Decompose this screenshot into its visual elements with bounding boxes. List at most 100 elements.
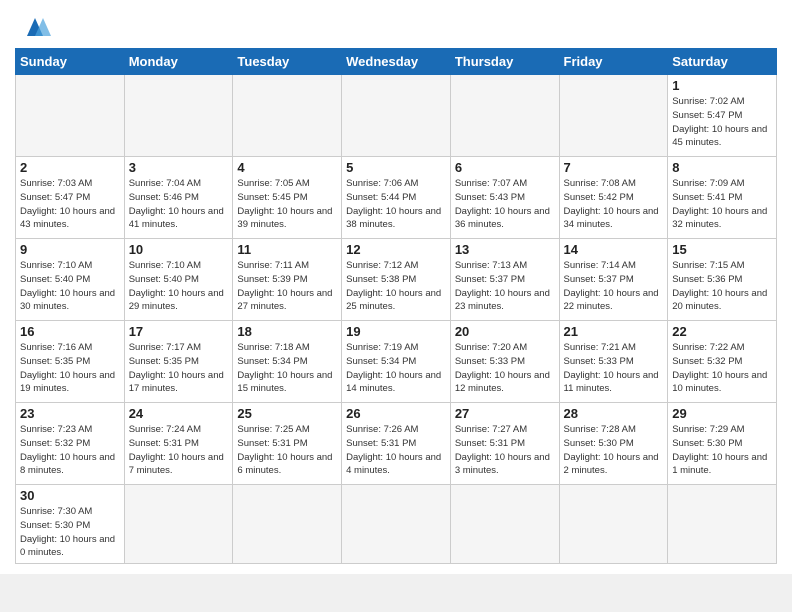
day-info: Sunrise: 7:27 AM Sunset: 5:31 PM Dayligh…	[455, 423, 555, 478]
calendar-cell: 22Sunrise: 7:22 AM Sunset: 5:32 PM Dayli…	[668, 321, 777, 403]
day-info: Sunrise: 7:14 AM Sunset: 5:37 PM Dayligh…	[564, 259, 664, 314]
calendar-cell: 14Sunrise: 7:14 AM Sunset: 5:37 PM Dayli…	[559, 239, 668, 321]
day-info: Sunrise: 7:23 AM Sunset: 5:32 PM Dayligh…	[20, 423, 120, 478]
calendar-cell: 11 Sunrise: 7:11 AM Sunset: 5:39 PM Dayli…	[233, 239, 342, 321]
calendar-cell: 6 Sunrise: 7:07 AM Sunset: 5:43 PM Daylig…	[450, 157, 559, 239]
calendar-cell	[233, 75, 342, 157]
calendar-table: SundayMondayTuesdayWednesdayThursdayFrid…	[15, 48, 777, 564]
day-info: Sunrise: 7:04 AM Sunset: 5:46 PM Dayligh…	[129, 177, 229, 232]
weekday-header-sunday: Sunday	[16, 49, 125, 75]
calendar-row: 23 Sunrise: 7:23 AM Sunset: 5:32 PM Dayli…	[16, 403, 777, 485]
day-info: Sunrise: 7:30 AM Sunset: 5:30 PM Dayligh…	[20, 505, 120, 560]
calendar-cell: 25 Sunrise: 7:25 AM Sunset: 5:31 PM Dayli…	[233, 403, 342, 485]
calendar-cell: 8Sunrise: 7:09 AM Sunset: 5:41 PM Daylig…	[668, 157, 777, 239]
calendar-cell	[342, 485, 451, 564]
day-number: 17	[129, 324, 229, 339]
calendar-row: 9 Sunrise: 7:10 AM Sunset: 5:40 PM Daylig…	[16, 239, 777, 321]
calendar-cell: 28 Sunrise: 7:28 AM Sunset: 5:30 PM Dayli…	[559, 403, 668, 485]
day-info: Sunrise: 7:29 AM Sunset: 5:30 PM Dayligh…	[672, 423, 772, 478]
calendar-cell	[450, 485, 559, 564]
day-number: 2	[20, 160, 120, 175]
day-number: 5	[346, 160, 446, 175]
day-number: 18	[237, 324, 337, 339]
day-info: Sunrise: 7:10 AM Sunset: 5:40 PM Dayligh…	[129, 259, 229, 314]
calendar-cell: 30 Sunrise: 7:30 AM Sunset: 5:30 PM Dayli…	[16, 485, 125, 564]
day-info: Sunrise: 7:22 AM Sunset: 5:32 PM Dayligh…	[672, 341, 772, 396]
day-number: 29	[672, 406, 772, 421]
day-info: Sunrise: 7:03 AM Sunset: 5:47 PM Dayligh…	[20, 177, 120, 232]
day-number: 24	[129, 406, 229, 421]
day-number: 23	[20, 406, 120, 421]
calendar-cell: 20Sunrise: 7:20 AM Sunset: 5:33 PM Dayli…	[450, 321, 559, 403]
day-info: Sunrise: 7:09 AM Sunset: 5:41 PM Dayligh…	[672, 177, 772, 232]
weekday-header-row: SundayMondayTuesdayWednesdayThursdayFrid…	[16, 49, 777, 75]
calendar-cell: 3Sunrise: 7:04 AM Sunset: 5:46 PM Daylig…	[124, 157, 233, 239]
day-info: Sunrise: 7:11 AM Sunset: 5:39 PM Dayligh…	[237, 259, 337, 314]
weekday-header-wednesday: Wednesday	[342, 49, 451, 75]
weekday-header-friday: Friday	[559, 49, 668, 75]
day-number: 1	[672, 78, 772, 93]
day-info: Sunrise: 7:28 AM Sunset: 5:30 PM Dayligh…	[564, 423, 664, 478]
day-info: Sunrise: 7:19 AM Sunset: 5:34 PM Dayligh…	[346, 341, 446, 396]
weekday-header-thursday: Thursday	[450, 49, 559, 75]
day-number: 9	[20, 242, 120, 257]
day-number: 30	[20, 488, 120, 503]
day-info: Sunrise: 7:17 AM Sunset: 5:35 PM Dayligh…	[129, 341, 229, 396]
calendar-cell	[668, 485, 777, 564]
calendar-cell	[233, 485, 342, 564]
day-info: Sunrise: 7:24 AM Sunset: 5:31 PM Dayligh…	[129, 423, 229, 478]
calendar-cell: 7Sunrise: 7:08 AM Sunset: 5:42 PM Daylig…	[559, 157, 668, 239]
calendar-cell: 19 Sunrise: 7:19 AM Sunset: 5:34 PM Dayli…	[342, 321, 451, 403]
day-number: 16	[20, 324, 120, 339]
calendar-cell: 21Sunrise: 7:21 AM Sunset: 5:33 PM Dayli…	[559, 321, 668, 403]
calendar-row: 2 Sunrise: 7:03 AM Sunset: 5:47 PM Daylig…	[16, 157, 777, 239]
day-info: Sunrise: 7:25 AM Sunset: 5:31 PM Dayligh…	[237, 423, 337, 478]
day-number: 25	[237, 406, 337, 421]
day-info: Sunrise: 7:13 AM Sunset: 5:37 PM Dayligh…	[455, 259, 555, 314]
calendar-cell	[16, 75, 125, 157]
day-number: 13	[455, 242, 555, 257]
calendar-cell: 15 Sunrise: 7:15 AM Sunset: 5:36 PM Dayli…	[668, 239, 777, 321]
calendar-cell: 18 Sunrise: 7:18 AM Sunset: 5:34 PM Dayli…	[233, 321, 342, 403]
calendar-cell: 9Sunrise: 7:10 AM Sunset: 5:40 PM Daylig…	[16, 239, 125, 321]
calendar-cell: 26Sunrise: 7:26 AM Sunset: 5:31 PM Dayli…	[342, 403, 451, 485]
calendar-cell	[559, 75, 668, 157]
calendar-cell: 1 Sunrise: 7:02 AM Sunset: 5:47 PM Daylig…	[668, 75, 777, 157]
day-number: 4	[237, 160, 337, 175]
day-number: 27	[455, 406, 555, 421]
calendar-cell: 4 Sunrise: 7:05 AM Sunset: 5:45 PM Daylig…	[233, 157, 342, 239]
calendar-cell: 23 Sunrise: 7:23 AM Sunset: 5:32 PM Dayli…	[16, 403, 125, 485]
day-info: Sunrise: 7:18 AM Sunset: 5:34 PM Dayligh…	[237, 341, 337, 396]
weekday-header-saturday: Saturday	[668, 49, 777, 75]
day-number: 26	[346, 406, 446, 421]
day-number: 28	[564, 406, 664, 421]
day-info: Sunrise: 7:02 AM Sunset: 5:47 PM Dayligh…	[672, 95, 772, 150]
calendar-cell	[124, 485, 233, 564]
calendar-cell: 16 Sunrise: 7:16 AM Sunset: 5:35 PM Dayli…	[16, 321, 125, 403]
header	[15, 10, 777, 42]
day-info: Sunrise: 7:05 AM Sunset: 5:45 PM Dayligh…	[237, 177, 337, 232]
day-number: 19	[346, 324, 446, 339]
calendar-cell	[124, 75, 233, 157]
day-number: 15	[672, 242, 772, 257]
day-info: Sunrise: 7:21 AM Sunset: 5:33 PM Dayligh…	[564, 341, 664, 396]
weekday-header-tuesday: Tuesday	[233, 49, 342, 75]
calendar-cell	[450, 75, 559, 157]
day-info: Sunrise: 7:07 AM Sunset: 5:43 PM Dayligh…	[455, 177, 555, 232]
day-info: Sunrise: 7:15 AM Sunset: 5:36 PM Dayligh…	[672, 259, 772, 314]
day-info: Sunrise: 7:16 AM Sunset: 5:35 PM Dayligh…	[20, 341, 120, 396]
calendar-row: 1 Sunrise: 7:02 AM Sunset: 5:47 PM Daylig…	[16, 75, 777, 157]
day-number: 20	[455, 324, 555, 339]
logo	[15, 14, 53, 42]
calendar-row: 16 Sunrise: 7:16 AM Sunset: 5:35 PM Dayli…	[16, 321, 777, 403]
calendar-cell	[559, 485, 668, 564]
calendar-cell: 17 Sunrise: 7:17 AM Sunset: 5:35 PM Dayli…	[124, 321, 233, 403]
day-number: 10	[129, 242, 229, 257]
day-number: 6	[455, 160, 555, 175]
day-number: 11	[237, 242, 337, 257]
calendar-cell: 12Sunrise: 7:12 AM Sunset: 5:38 PM Dayli…	[342, 239, 451, 321]
day-info: Sunrise: 7:08 AM Sunset: 5:42 PM Dayligh…	[564, 177, 664, 232]
calendar-cell: 13 Sunrise: 7:13 AM Sunset: 5:37 PM Dayli…	[450, 239, 559, 321]
day-info: Sunrise: 7:06 AM Sunset: 5:44 PM Dayligh…	[346, 177, 446, 232]
day-number: 12	[346, 242, 446, 257]
